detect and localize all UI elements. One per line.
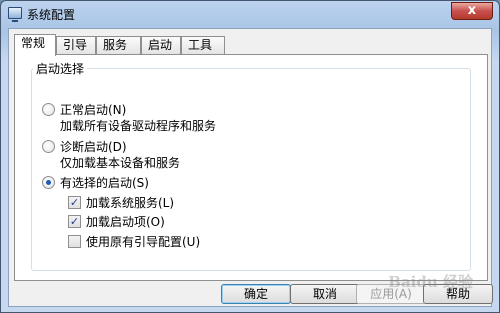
window-title: 系统配置: [27, 8, 76, 22]
general-tab-panel: 启动选择 正常启动(N) 加载所有设备驱动程序和服务 诊断启动(D) 仅加载基本…: [14, 54, 488, 281]
dialog-client: 常规 引导 服务 启动 工具 启动选择 正常启动(N) 加载所有设备驱动程序和服…: [8, 28, 493, 307]
selective-startup-label[interactable]: 有选择的启动(S): [60, 174, 149, 191]
normal-startup-desc: 加载所有设备驱动程序和服务: [60, 119, 217, 133]
selective-startup-radio[interactable]: [42, 176, 55, 189]
tab-general[interactable]: 常规: [14, 34, 56, 56]
diagnostic-startup-radio[interactable]: [42, 140, 55, 153]
use-original-boot-config-label[interactable]: 使用原有引导配置(U): [86, 233, 200, 250]
diagnostic-startup-label[interactable]: 诊断启动(D): [60, 138, 127, 155]
diagnostic-startup-desc: 仅加载基本设备和服务: [60, 156, 181, 170]
cancel-button[interactable]: 取消: [290, 284, 360, 304]
monitor-icon: [8, 7, 22, 22]
system-config-window: 系统配置 x 常规 引导 服务 启动 工具 启动选择 正常启动(N) 加载所有设…: [0, 0, 500, 313]
load-system-services-label[interactable]: 加载系统服务(L): [86, 194, 174, 211]
tab-services[interactable]: 服务: [96, 36, 141, 55]
title-bar[interactable]: 系统配置 x: [1, 1, 499, 27]
group-title: 启动选择: [33, 60, 88, 77]
load-startup-items-checkbox[interactable]: ✓: [68, 215, 81, 228]
normal-startup-label[interactable]: 正常启动(N): [60, 101, 126, 118]
tab-startup[interactable]: 启动: [141, 36, 181, 55]
use-original-boot-config-checkbox[interactable]: [68, 235, 81, 248]
watermark: Baidu 经验: [388, 273, 473, 291]
close-button[interactable]: x: [451, 2, 493, 20]
tab-boot[interactable]: 引导: [56, 36, 96, 55]
ok-button[interactable]: 确定: [221, 284, 291, 304]
load-system-services-checkbox[interactable]: ✓: [68, 196, 81, 209]
load-startup-items-label[interactable]: 加载启动项(O): [86, 213, 165, 230]
normal-startup-radio[interactable]: [42, 103, 55, 116]
tab-tools[interactable]: 工具: [181, 36, 225, 55]
